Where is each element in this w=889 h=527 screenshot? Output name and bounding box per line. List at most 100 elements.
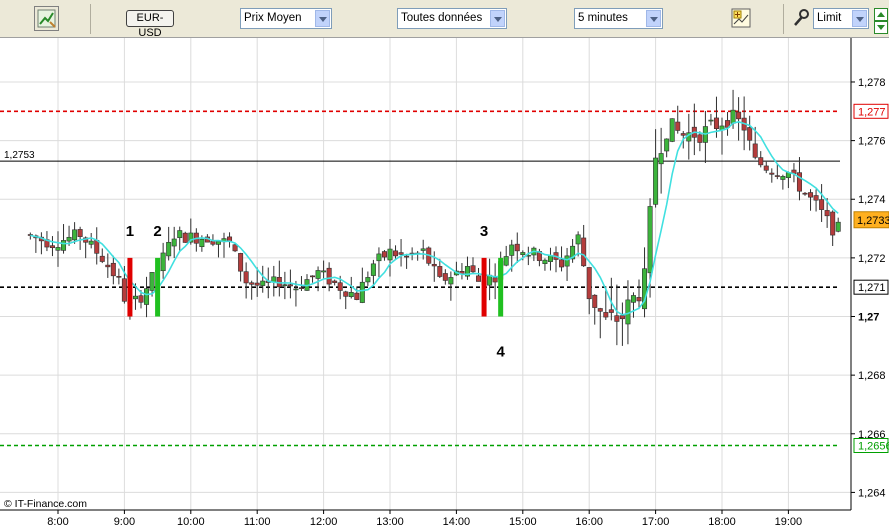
candle-body xyxy=(608,309,614,313)
settings-button[interactable] xyxy=(792,8,810,28)
signal-marker-label: 1 xyxy=(126,223,134,240)
candle-body xyxy=(238,253,244,272)
scroll-down-button[interactable] xyxy=(874,21,888,34)
candle-body xyxy=(752,143,758,158)
candle-body xyxy=(387,248,393,261)
candle-body xyxy=(503,256,509,266)
candle-body xyxy=(664,138,670,152)
candle-body xyxy=(708,119,714,122)
price-tag-label: 1,271 xyxy=(858,282,886,294)
candle-body xyxy=(243,271,249,284)
candle-body xyxy=(215,241,221,245)
candle-body xyxy=(492,277,498,283)
candle-body xyxy=(282,284,288,287)
candle-body xyxy=(61,240,67,251)
candle-body xyxy=(564,255,570,267)
candle-body xyxy=(470,265,476,273)
candle-body xyxy=(730,109,736,124)
wrench-icon xyxy=(794,9,809,26)
candle-body xyxy=(431,263,437,267)
price-mode-select[interactable]: Prix Moyen xyxy=(240,8,332,29)
x-tick-label: 12:00 xyxy=(310,516,338,527)
candle-body xyxy=(747,127,753,141)
x-tick-label: 15:00 xyxy=(509,516,537,527)
candle-body xyxy=(509,244,515,256)
candle-body xyxy=(354,292,360,300)
candle-body xyxy=(636,297,642,302)
chevron-down-icon[interactable] xyxy=(852,10,867,27)
candle-body xyxy=(49,245,55,249)
candle-body xyxy=(697,134,703,143)
y-tick-label: 1,268 xyxy=(858,370,886,382)
candle-body xyxy=(404,255,410,258)
scroll-up-button[interactable] xyxy=(874,8,888,21)
candle-body xyxy=(619,315,625,320)
candle-body xyxy=(326,267,332,285)
candle-body xyxy=(116,276,122,278)
candle-body xyxy=(138,295,144,303)
candle-body xyxy=(182,232,188,243)
candle-body xyxy=(736,111,742,120)
candle-body xyxy=(808,192,814,198)
chart-tools-icon xyxy=(37,9,56,28)
chart-tools-button[interactable] xyxy=(34,6,59,31)
candle-body xyxy=(597,308,603,312)
candle-body xyxy=(575,234,581,245)
order-type-select[interactable]: Limit xyxy=(813,8,869,29)
candle-body xyxy=(381,251,387,258)
candle-body xyxy=(121,278,127,302)
candle-body xyxy=(315,270,321,279)
candle-body xyxy=(669,118,675,142)
candle-body xyxy=(713,117,719,129)
y-tick-label: 1,27 xyxy=(858,312,879,324)
candle-body xyxy=(514,243,520,252)
chevron-down-icon[interactable] xyxy=(646,10,661,27)
x-tick-label: 16:00 xyxy=(575,516,603,527)
candle-body xyxy=(630,295,636,303)
candle-body xyxy=(476,275,482,282)
candle-body xyxy=(370,263,376,276)
candle-body xyxy=(763,165,769,171)
candle-body xyxy=(448,277,454,285)
candle-body xyxy=(232,244,238,252)
candle-body xyxy=(177,230,183,239)
order-type-value: Limit xyxy=(817,12,842,24)
chevron-down-icon[interactable] xyxy=(490,10,505,27)
candle-body xyxy=(813,195,819,201)
candle-body xyxy=(437,266,443,277)
candle-body xyxy=(110,262,116,277)
signal-marker-bar xyxy=(155,257,161,317)
candle-body xyxy=(298,287,304,289)
y-tick-label: 1,276 xyxy=(858,136,886,148)
candle-body xyxy=(55,247,61,251)
data-range-select[interactable]: Toutes données xyxy=(397,8,507,29)
candle-body xyxy=(199,238,205,248)
price-tag-label: 1,277 xyxy=(858,106,886,118)
reference-line-label: 1,2753 xyxy=(4,150,35,161)
candle-body xyxy=(830,211,836,236)
candle-body xyxy=(77,229,83,237)
x-tick-label: 13:00 xyxy=(376,516,404,527)
chevron-down-icon[interactable] xyxy=(315,10,330,27)
candle-body xyxy=(310,275,316,278)
candle-body xyxy=(802,192,808,195)
candle-body xyxy=(260,280,266,286)
candle-body xyxy=(675,121,681,131)
candle-body xyxy=(365,277,371,283)
interval-select[interactable]: 5 minutes xyxy=(574,8,663,29)
candle-body xyxy=(66,236,72,242)
candle-body xyxy=(774,175,780,177)
candle-body xyxy=(819,199,825,210)
signal-marker-label: 2 xyxy=(153,223,161,240)
scroll-down-icon xyxy=(877,25,885,30)
signal-marker-label: 3 xyxy=(480,223,488,240)
add-indicator-button[interactable] xyxy=(730,7,752,29)
interval-value: 5 minutes xyxy=(578,12,628,24)
candle-body xyxy=(293,288,299,291)
candle-body xyxy=(658,153,664,165)
currency-pair-button[interactable]: EUR-USD xyxy=(126,10,174,39)
x-tick-label: 17:00 xyxy=(642,516,670,527)
candlestick-chart: 1,2753 1 2 3 4 1,278 1,276 1,274 1,272 1,27 1,26… xyxy=(0,38,889,527)
candle-body xyxy=(398,252,404,255)
data-range-value: Toutes données xyxy=(401,12,483,24)
